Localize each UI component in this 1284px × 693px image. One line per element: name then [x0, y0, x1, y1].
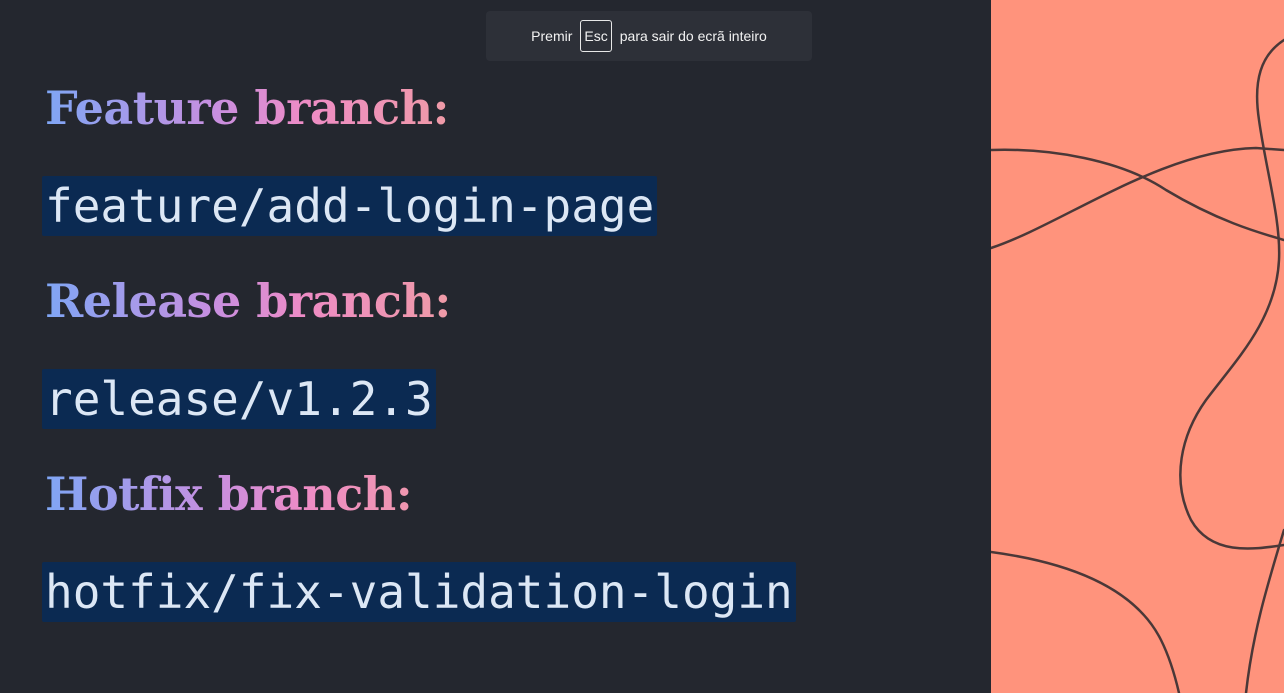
decorative-panel — [991, 0, 1284, 693]
hotfix-branch-example: hotfix/fix-validation-login — [42, 562, 796, 622]
release-branch-example: release/v1.2.3 — [42, 369, 436, 429]
slide: Feature branch: feature/add-login-page R… — [0, 0, 991, 693]
feature-branch-heading: Feature branch: — [45, 81, 450, 135]
notice-text-before: Premir — [531, 28, 573, 44]
notice-text-after: para sair do ecrã inteiro — [619, 28, 767, 44]
esc-key-hint: Esc — [580, 20, 612, 52]
feature-branch-example: feature/add-login-page — [42, 176, 658, 236]
squiggle-line — [1179, 38, 1284, 550]
squiggle-line — [991, 146, 1284, 250]
fullscreen-exit-notice: Premir Esc para sair do ecrã inteiro — [486, 11, 812, 61]
squiggle-line — [991, 550, 1181, 693]
squiggle-line — [1244, 528, 1284, 693]
squiggle-lines-decoration — [991, 38, 1284, 693]
hotfix-branch-heading: Hotfix branch: — [45, 467, 413, 521]
release-branch-heading: Release branch: — [45, 274, 451, 328]
squiggle-line — [991, 148, 1284, 242]
